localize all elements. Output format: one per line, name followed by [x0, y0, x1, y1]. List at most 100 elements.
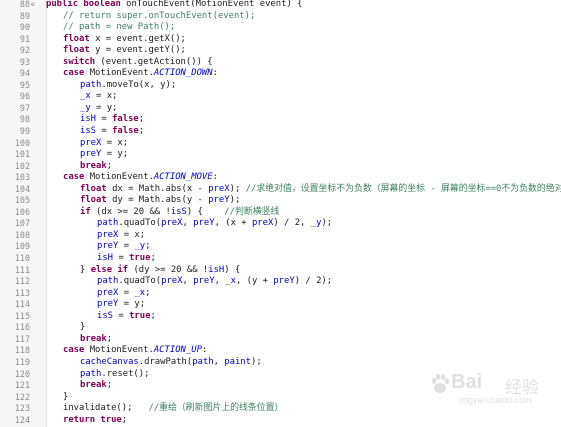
code-token: =: [113, 253, 130, 264]
code-line[interactable]: 92 float y = event.getY();: [0, 45, 561, 57]
keyword-token: else if: [90, 264, 134, 275]
code-token: ;: [150, 310, 156, 321]
field-token: isH: [80, 114, 97, 125]
code-line[interactable]: 98 isH = false;: [0, 114, 561, 126]
code-token: ;: [121, 414, 128, 425]
code-token: ) / 2,: [273, 218, 311, 229]
field-token: _y: [310, 218, 322, 229]
code-line[interactable]: 106 if (dx >= 20 && !isS) { //判断横竖线: [0, 207, 561, 219]
code-line[interactable]: 95 path.moveTo(x, y);: [0, 80, 561, 92]
code-line[interactable]: 96 _x = x;: [0, 91, 561, 103]
code-text: // return super.onTouchEvent(event);: [63, 11, 255, 23]
keyword-token: public boolean: [46, 0, 127, 9]
line-number: 118: [14, 345, 30, 356]
line-number: 108: [14, 229, 30, 240]
code-token: .moveTo(x, y);: [101, 79, 177, 90]
code-text: break;: [80, 334, 112, 346]
code-text: float y = event.getY();: [63, 45, 186, 57]
code-line[interactable]: 110 isH = true;: [0, 253, 561, 265]
code-line[interactable]: 97 _y = y;: [0, 103, 561, 115]
field-token: _x: [225, 276, 236, 287]
code-token: =: [113, 310, 130, 321]
code-line[interactable]: 111} else if (dy >= 20 && !isH) {: [0, 265, 561, 277]
code-line[interactable]: 88 ⊖ public boolean onTouchEvent(MotionEve…: [0, 0, 561, 11]
code-line[interactable]: 104 float dx = Math.abs(x - preX); //求绝对值…: [0, 184, 561, 196]
line-number: 124: [14, 414, 30, 425]
code-token: .drawPath(: [138, 356, 193, 367]
code-line[interactable]: 124 return true;: [0, 415, 561, 427]
code-line[interactable]: 102 break;: [0, 161, 561, 173]
code-line[interactable]: 114 preY = y;: [0, 299, 561, 311]
code-line[interactable]: 112 path.quadTo(preX, preY, _x, (y + preY…: [0, 276, 561, 288]
code-token: }: [80, 264, 91, 275]
code-editor[interactable]: 88 ⊖ public boolean onTouchEvent(MotionEve…: [0, 0, 561, 427]
field-token: preY: [97, 241, 119, 252]
code-line[interactable]: 90 // path = new Path();: [0, 22, 561, 34]
line-number: 123: [14, 403, 30, 414]
code-text: isH = false;: [80, 114, 144, 126]
line-number: 92: [19, 45, 30, 56]
field-token: preY: [80, 149, 102, 160]
code-line[interactable]: 113 preX = _x;: [0, 288, 561, 300]
code-line[interactable]: 89 // return super.onTouchEvent(event);: [0, 11, 561, 23]
code-text: path.reset();: [80, 369, 149, 381]
code-token: .quadTo(: [118, 276, 162, 287]
code-text: public boolean onTouchEvent(MotionEvent …: [46, 0, 302, 11]
code-token: );: [229, 183, 246, 194]
code-text: case MotionEvent.ACTION_DOWN:: [63, 68, 218, 80]
line-number: 100: [14, 137, 30, 148]
code-text: isS = true;: [97, 311, 156, 323]
code-text: preX = x;: [80, 138, 128, 150]
code-line[interactable]: 94 case MotionEvent.ACTION_DOWN:: [0, 68, 561, 80]
code-line[interactable]: 99 isS = false;: [0, 126, 561, 138]
baidu-paw-icon: [431, 374, 450, 393]
code-text: case MotionEvent.ACTION_UP:: [63, 345, 207, 357]
code-line[interactable]: 91 float x = event.getX();: [0, 34, 561, 46]
code-text: preY = y;: [80, 149, 128, 161]
code-text: switch (event.getAction()) {: [63, 57, 213, 69]
comment-token: //判断横竖线: [224, 206, 280, 217]
code-line[interactable]: 109 preY = _y;: [0, 241, 561, 253]
code-text: preY = y;: [97, 299, 145, 311]
line-number: 120: [14, 368, 30, 379]
field-token: preX: [161, 218, 183, 229]
code-line[interactable]: 116}: [0, 322, 561, 334]
field-token: path: [80, 368, 102, 379]
keyword-token: false: [112, 114, 139, 125]
code-token: = y;: [118, 299, 146, 310]
line-number: 102: [14, 160, 30, 171]
code-token: }: [63, 391, 69, 402]
code-line[interactable]: 103 case MotionEvent.ACTION_MOVE:: [0, 172, 561, 184]
code-line[interactable]: 101 preY = y;: [0, 149, 561, 161]
code-line[interactable]: 108 preX = x;: [0, 230, 561, 242]
field-token: isH: [97, 253, 114, 264]
code-text: preX = _x;: [97, 288, 150, 300]
code-line[interactable]: 118 case MotionEvent.ACTION_UP:: [0, 345, 561, 357]
field-token: preY: [273, 276, 295, 287]
code-token: (dx >= 20 && !: [96, 206, 171, 217]
keyword-token: break: [80, 160, 107, 171]
code-token: );: [229, 195, 241, 206]
code-line[interactable]: 93 switch (event.getAction()) {: [0, 57, 561, 69]
code-token: :: [212, 68, 218, 79]
line-number: 96: [19, 91, 30, 102]
code-line[interactable]: 117 break;: [0, 334, 561, 346]
fold-collapse-icon[interactable]: ⊖: [31, 2, 36, 8]
code-line[interactable]: 105 float dy = Math.abs(y - preY);: [0, 195, 561, 207]
code-token: .quadTo(: [118, 218, 162, 229]
code-token: , (y +: [235, 276, 274, 287]
code-token: dy = Math.abs(y -: [112, 195, 209, 206]
code-token: onTouchEvent(MotionEvent event) {: [126, 0, 303, 9]
keyword-token: float: [80, 195, 113, 206]
field-token: preY: [208, 195, 230, 206]
line-number: 110: [14, 253, 30, 264]
field-token: path: [80, 79, 102, 90]
code-token: , (x +: [214, 218, 252, 229]
code-text: return true;: [63, 415, 127, 427]
code-line[interactable]: 115 isS = true;: [0, 311, 561, 323]
line-number: 113: [14, 287, 30, 298]
code-line[interactable]: 100 preX = x;: [0, 138, 561, 150]
constant-token: ACTION_UP: [153, 345, 202, 356]
code-token: x = event.getX();: [95, 33, 186, 44]
code-line[interactable]: 107 path.quadTo(preX, preY, (x + preX) / …: [0, 218, 561, 230]
